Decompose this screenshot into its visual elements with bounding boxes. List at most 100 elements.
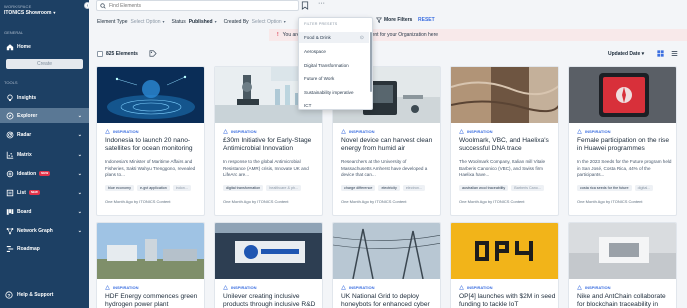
preset-option[interactable]: Food & Drink ⊙ — [299, 32, 369, 43]
nav-roadmap-label: Roadmap — [17, 245, 40, 252]
nav-list[interactable]: List NEW ⌄ — [0, 185, 89, 200]
tag-chip[interactable]: charge difference — [341, 185, 376, 191]
preset-option[interactable]: Digital Transformation — [299, 60, 369, 71]
created-by-label: Created By — [223, 18, 249, 25]
select-all-checkbox[interactable] — [97, 50, 103, 57]
card-title[interactable]: Woolmark, VBC, and Haelixa's successful … — [459, 137, 557, 154]
element-type-label: Element Type — [97, 18, 128, 25]
card-title[interactable]: Nike and AntChain collaborate for blockc… — [577, 293, 675, 308]
chevron-down-icon[interactable]: ▾ — [215, 19, 217, 24]
nav-explorer[interactable]: Explorer ⌄ — [0, 108, 89, 123]
card-footer: One Month Ago by ITONICS Content — [223, 199, 289, 204]
tag-chip[interactable]: e-gvt application — [136, 185, 170, 191]
dropdown-scrollbar[interactable] — [370, 32, 372, 92]
element-card[interactable]: INSPIRATION OP[4] launches with $2M in s… — [450, 222, 559, 308]
element-card[interactable]: INSPIRATION Nike and AntChain collaborat… — [568, 222, 677, 308]
board-icon — [5, 207, 14, 216]
ideation-icon — [5, 169, 14, 178]
tag-chip[interactable]: electricity — [378, 185, 400, 191]
workspace-name: ITONICS Showroom — [4, 10, 52, 16]
chevron-down-icon: ⌄ — [77, 170, 82, 177]
card-image-huawei-phone — [569, 67, 676, 123]
results-count-row: 825 Elements — [97, 50, 157, 57]
sort-select[interactable]: Updated Date ▾ — [608, 51, 644, 57]
nav-roadmap[interactable]: Roadmap — [0, 241, 89, 256]
status-select[interactable]: Published — [189, 19, 213, 25]
card-title[interactable]: HDF Energy commences green hydrogen powe… — [105, 293, 203, 308]
created-by-select[interactable]: Select Option — [252, 19, 282, 25]
card-title[interactable]: Novel device can harvest clean energy fr… — [341, 137, 439, 154]
card-type: INSPIRATION — [459, 129, 492, 134]
preset-option[interactable]: Future of Work — [299, 73, 369, 84]
nav-home[interactable]: Home — [0, 39, 89, 54]
nav-radar[interactable]: Radar ⌄ — [0, 127, 89, 142]
grid-view-icon[interactable] — [657, 50, 664, 57]
lightbulb-icon — [5, 93, 14, 102]
nav-radar-label: Radar — [17, 131, 32, 138]
nav-home-label: Home — [17, 43, 31, 50]
nav-board[interactable]: Board ⌄ — [0, 204, 89, 219]
nav-insights[interactable]: Insights — [0, 90, 89, 105]
card-tags: charge difference electricity electron..… — [341, 185, 426, 191]
tag-chip[interactable]: indon... — [172, 185, 191, 191]
element-card[interactable]: INSPIRATION HDF Energy commences green h… — [96, 222, 205, 308]
more-filters-button[interactable]: More Filters — [376, 17, 412, 23]
tag-chip[interactable]: Barberis Cano... — [511, 185, 544, 191]
search-bar[interactable] — [96, 0, 299, 11]
card-description: Indonesia's Minister of Maritime Affairs… — [105, 159, 196, 177]
card-title[interactable]: Unilever creating inclusive products thr… — [223, 293, 321, 308]
card-title[interactable]: £30m Initiative for Early-Stage Antimicr… — [223, 137, 321, 154]
help-support-link[interactable]: ? Help & Support — [5, 291, 53, 299]
nav-board-label: Board — [17, 208, 32, 215]
card-description: In the 2023 Seeds for the Future program… — [577, 159, 672, 177]
status-label: Status — [171, 18, 186, 25]
element-card[interactable]: INSPIRATION UK National Grid to deploy h… — [332, 222, 441, 308]
tag-chip[interactable]: blue economy — [105, 185, 134, 191]
reset-filters-button[interactable]: RESET — [418, 17, 435, 23]
card-footer: One Month Ago by ITONICS Content — [577, 199, 643, 204]
workspace-switcher[interactable]: ITONICS Showroom ▾ — [4, 10, 55, 16]
tag-chip[interactable]: costa rica seeds for the future — [577, 185, 632, 191]
card-type: INSPIRATION — [105, 285, 138, 290]
element-card[interactable]: INSPIRATION Woolmark, VBC, and Haelixa's… — [450, 66, 559, 216]
tag-icon[interactable] — [149, 50, 157, 57]
new-badge: NEW — [28, 190, 40, 195]
chevron-down-icon[interactable]: ▾ — [284, 19, 286, 24]
bookmark-icon[interactable] — [301, 1, 309, 10]
tag-chip[interactable]: australian wool traceability — [459, 185, 509, 191]
card-title[interactable]: Female participation on the rise in Huaw… — [577, 137, 675, 154]
card-type: INSPIRATION — [105, 129, 138, 134]
card-title[interactable]: OP[4] launches with $2M in seed funding … — [459, 293, 557, 308]
nav-ideation-label: Ideation — [17, 170, 37, 177]
pin-icon[interactable]: ⊙ — [360, 35, 364, 41]
general-section-label: GENERAL — [4, 30, 24, 35]
preset-option[interactable]: Aerospace — [299, 46, 369, 57]
card-title[interactable]: Indonesia to launch 20 nano-satellites f… — [105, 137, 203, 154]
card-tags: australian wool traceability Barberis Ca… — [459, 185, 544, 191]
element-card[interactable]: INSPIRATION Indonesia to launch 20 nano-… — [96, 66, 205, 216]
preset-option[interactable]: ICT — [299, 100, 369, 111]
list-view-icon[interactable] — [671, 50, 678, 57]
more-options-icon[interactable]: ··· — [318, 0, 325, 7]
nav-matrix[interactable]: Matrix ⌄ — [0, 147, 89, 162]
tag-chip[interactable]: electron... — [402, 185, 426, 191]
nav-network-graph[interactable]: Network Graph ⌄ — [0, 223, 89, 238]
chevron-down-icon: ▾ — [53, 10, 56, 15]
tag-chip[interactable]: digital... — [634, 185, 654, 191]
preset-option[interactable]: Sustainability imperative — [299, 87, 369, 98]
nav-ideation[interactable]: Ideation NEW ⌄ — [0, 166, 89, 181]
element-card[interactable]: INSPIRATION Unilever creating inclusive … — [214, 222, 323, 308]
tag-chip[interactable]: digital transformation — [223, 185, 264, 191]
create-button[interactable]: Create — [6, 59, 83, 69]
chevron-down-icon: ⌄ — [77, 131, 82, 138]
card-type: INSPIRATION — [341, 285, 374, 290]
tag-chip[interactable]: healthcare & ph... — [266, 185, 302, 191]
element-type-select[interactable]: Select Option — [130, 19, 160, 25]
search-input[interactable] — [109, 2, 289, 9]
card-image-nike-store — [569, 223, 676, 279]
card-title[interactable]: UK National Grid to deploy honeybots for… — [341, 293, 439, 308]
card-image-power-lines — [333, 223, 440, 279]
chevron-down-icon[interactable]: ▾ — [163, 19, 165, 24]
chevron-down-icon: ⌄ — [77, 227, 82, 234]
element-card[interactable]: INSPIRATION Female participation on the … — [568, 66, 677, 216]
